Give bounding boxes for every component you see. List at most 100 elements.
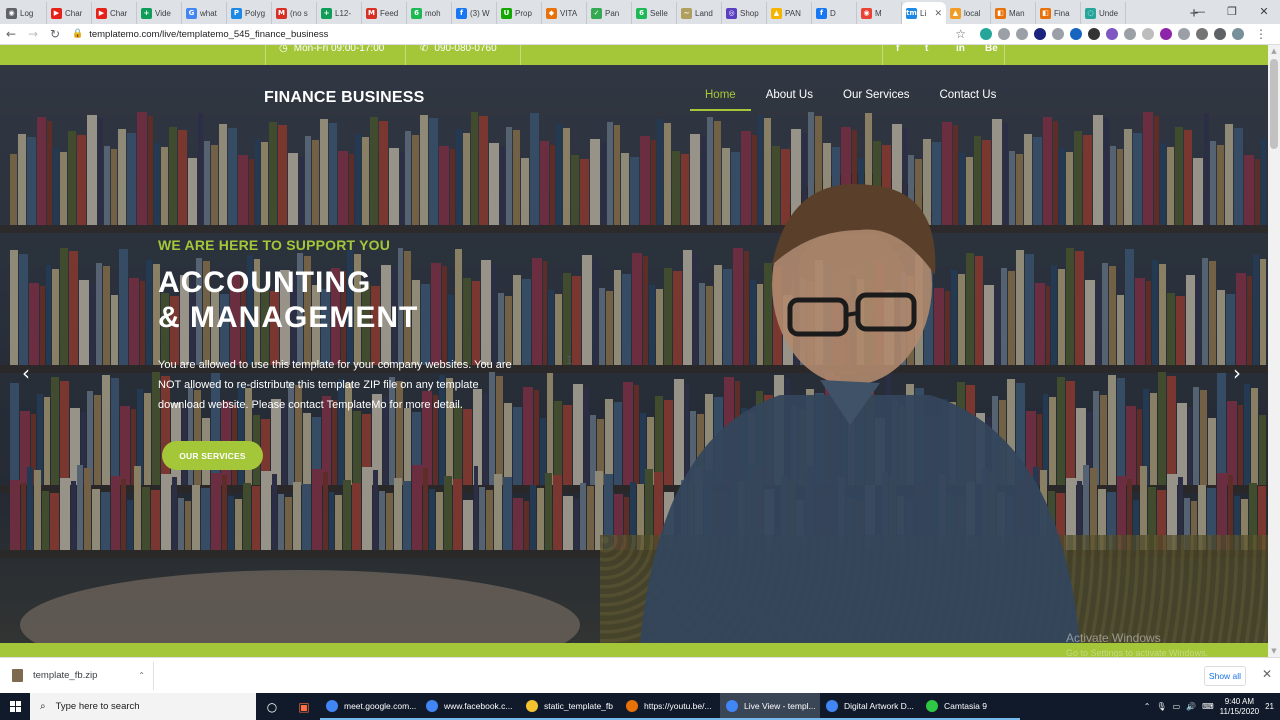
network-icon[interactable]: ▭ (1173, 702, 1181, 711)
minimize-icon[interactable]: — (1184, 0, 1216, 22)
browser-tab[interactable]: + L12- (317, 2, 362, 24)
task-view-icon[interactable]: ▣ (288, 693, 320, 720)
nav-about-us[interactable]: About Us (751, 89, 828, 109)
extension-icon[interactable] (1016, 28, 1028, 40)
close-window-icon[interactable]: ✕ (1248, 0, 1280, 22)
browser-tab[interactable]: fD (812, 2, 857, 24)
browser-tab[interactable]: Gwhat (182, 2, 227, 24)
taskbar-app[interactable]: Camtasia 9 (920, 693, 1020, 720)
taskbar-app[interactable]: static_template_fb (520, 693, 620, 720)
camera-icon[interactable] (1196, 28, 1208, 40)
our-services-button[interactable]: OUR SERVICES (162, 441, 263, 470)
taskbar-search[interactable]: ⌕ Type here to search (30, 693, 256, 720)
cortana-icon[interactable]: ○ (256, 693, 288, 720)
slider-next-icon[interactable]: › (1233, 361, 1241, 385)
microphone-icon[interactable]: 🎙 (1156, 702, 1166, 711)
url-text[interactable]: templatemo.com/live/templatemo_545_finan… (89, 29, 328, 40)
browser-tab[interactable]: + Vide (137, 2, 182, 24)
browser-tab[interactable]: ✓ Pan (587, 2, 632, 24)
taskbar-app[interactable]: Digital Artwork D... (820, 693, 920, 720)
site-logo[interactable]: FINANCE BUSINESS (264, 89, 425, 107)
slider-prev-icon[interactable]: ‹ (22, 361, 30, 385)
browser-tab[interactable]: ◧ Fina (1036, 2, 1081, 24)
taskbar-app[interactable]: Live View - templ... (720, 693, 820, 720)
browser-tab[interactable]: ▲ PAN (767, 2, 812, 24)
facebook-icon[interactable]: f (896, 45, 899, 54)
twitter-icon[interactable]: t (925, 45, 928, 54)
profile-avatar[interactable] (1232, 28, 1244, 40)
address-bar[interactable]: 🔒 templatemo.com/live/templatemo_545_fin… (72, 25, 932, 43)
tray-chevron-icon[interactable]: ⌃ (1144, 702, 1151, 711)
page-scrollbar[interactable]: ▲ ▼ (1268, 45, 1280, 657)
tab-favicon-icon: ◌ (1085, 7, 1096, 19)
extension-icon[interactable] (1070, 28, 1082, 40)
back-icon[interactable]: ← (0, 27, 22, 41)
download-filename[interactable]: template_fb.zip (33, 670, 97, 681)
extension-icon[interactable] (998, 28, 1010, 40)
reload-icon[interactable]: ↻ (44, 27, 66, 41)
tab-favicon-icon: P (231, 7, 242, 19)
search-placeholder[interactable]: Type here to search (56, 701, 140, 712)
browser-tab[interactable]: ◌ Unde (1081, 2, 1126, 24)
show-all-button[interactable]: Show all (1204, 666, 1246, 686)
bookmark-star-icon[interactable]: ☆ (955, 27, 966, 41)
start-button[interactable] (0, 693, 30, 720)
volume-icon[interactable]: 🔊 (1186, 702, 1196, 711)
forward-icon[interactable]: → (22, 27, 44, 41)
menu-kebab-icon[interactable]: ⋮ (1250, 27, 1272, 41)
browser-tab[interactable]: ▶ Char (92, 2, 137, 24)
taskbar-app[interactable]: www.facebook.c... (420, 693, 520, 720)
tab-favicon-icon: f (456, 7, 467, 19)
tab-favicon-icon: ◉ (861, 7, 872, 19)
close-downloads-icon[interactable]: ✕ (1262, 667, 1272, 681)
chevron-up-icon[interactable]: ⌃ (138, 671, 145, 680)
nav-home[interactable]: Home (690, 89, 751, 111)
browser-tab[interactable]: ▲ local (946, 2, 991, 24)
nav-our-services[interactable]: Our Services (828, 89, 924, 109)
taskbar-app[interactable]: https://youtu.be/... (620, 693, 720, 720)
extension-icon[interactable] (1052, 28, 1064, 40)
browser-tab[interactable]: ◉ M (857, 2, 902, 24)
extension-icon[interactable] (1088, 28, 1100, 40)
grammarly-extension-icon[interactable] (980, 28, 992, 40)
puzzle-extensions-icon[interactable] (1214, 28, 1226, 40)
notification-count[interactable]: 21 (1265, 702, 1274, 711)
restore-icon[interactable]: ❐ (1216, 0, 1248, 22)
extension-icon[interactable] (1106, 28, 1118, 40)
browser-tab[interactable]: M (no s (272, 2, 317, 24)
extension-icon[interactable] (1034, 28, 1046, 40)
tab-favicon-icon: ◎ (726, 7, 737, 19)
browser-tab[interactable]: ◧ Man (991, 2, 1036, 24)
extension-icon[interactable] (1124, 28, 1136, 40)
browser-tab[interactable]: P Polyg (227, 2, 272, 24)
nav-contact-us[interactable]: Contact Us (924, 89, 1011, 109)
browser-tab[interactable]: 6 moh (407, 2, 452, 24)
taskbar-app[interactable]: meet.google.com... (320, 693, 420, 720)
linkedin-icon[interactable]: in (956, 45, 965, 54)
browser-tab[interactable]: ◎ Shop (722, 2, 767, 24)
browser-tab[interactable]: ~ Land (677, 2, 722, 24)
download-item[interactable]: template_fb.zip ⌃ (12, 661, 154, 690)
browser-tab[interactable]: 6 Selle (632, 2, 677, 24)
browser-tab[interactable]: tm Li ✕ (902, 2, 946, 24)
close-tab-icon[interactable]: ✕ (934, 8, 942, 19)
language-icon[interactable]: ⌨ (1202, 702, 1214, 711)
tab-favicon-icon: ◉ (6, 7, 17, 19)
browser-tab[interactable]: ▶ Char (47, 2, 92, 24)
behance-icon[interactable]: Be (985, 45, 998, 54)
extension-icon[interactable] (1142, 28, 1154, 40)
browser-tab[interactable]: f (3) W (452, 2, 497, 24)
lock-icon[interactable]: 🔒 (72, 29, 83, 39)
browser-tab[interactable]: ◆ VITA (542, 2, 587, 24)
extension-icon[interactable] (1178, 28, 1190, 40)
browser-tab[interactable]: M Feed (362, 2, 407, 24)
browser-tab[interactable]: U Prop (497, 2, 542, 24)
taskbar-app-label: meet.google.com... (344, 700, 417, 711)
scroll-down-icon[interactable]: ▼ (1268, 647, 1280, 655)
extension-icon[interactable] (1160, 28, 1172, 40)
browser-tab[interactable]: ◉ Log (2, 2, 47, 24)
page-viewport: ◷ Mon-Fri 09:00-17:00 ✆ 090-080-0760 f t… (0, 45, 1268, 657)
scroll-thumb[interactable] (1270, 59, 1278, 149)
scroll-up-icon[interactable]: ▲ (1268, 47, 1280, 55)
taskbar-clock[interactable]: 9:40 AM 11/15/2020 (1220, 697, 1259, 717)
